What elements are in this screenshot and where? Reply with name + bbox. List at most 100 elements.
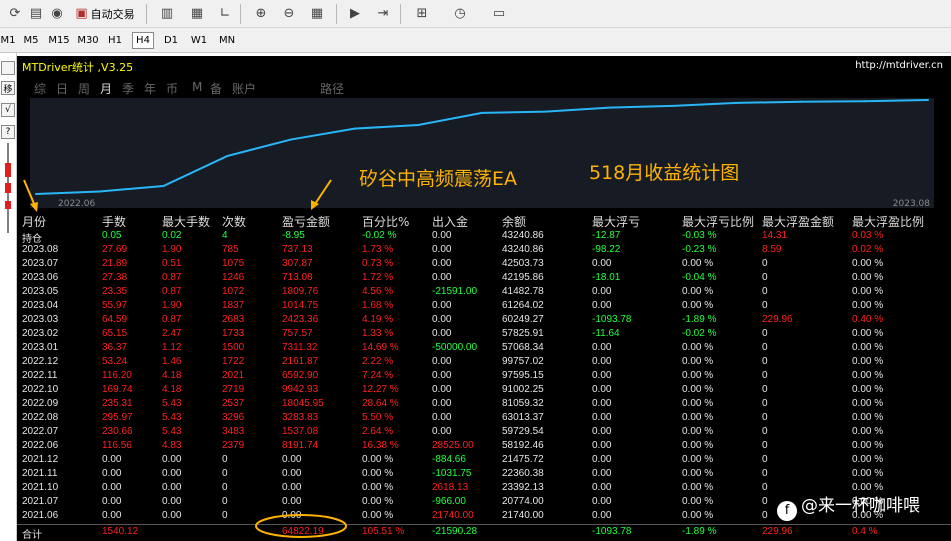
candlestick-button[interactable]: ▦	[186, 3, 208, 24]
table-cell: 229.96	[762, 526, 793, 537]
table-cell: 0.00	[592, 440, 612, 451]
table-cell: 1.33 %	[362, 328, 394, 339]
table-cell: 0	[762, 258, 768, 269]
chart-shift-button[interactable]: ▶	[344, 3, 366, 24]
table-cell: 合计	[22, 530, 42, 541]
table-cell: 0.00 %	[682, 356, 714, 367]
table-cell: 0	[222, 482, 228, 493]
table-cell: 0	[762, 510, 768, 521]
strip-label-move: 移	[3, 84, 13, 95]
table-cell: 0.00 %	[362, 496, 394, 507]
table-cell: 0.00	[432, 244, 452, 255]
table-cell: 0.00 %	[682, 440, 714, 451]
indicators-button[interactable]: ⊞	[408, 3, 436, 24]
bar-chart-icon: ▥	[160, 6, 174, 21]
table-cell: 0.00 %	[362, 468, 394, 479]
zoom-in-button[interactable]: ⊕	[250, 3, 272, 24]
auto-trade-button[interactable]: ▣ 自动交易	[68, 3, 142, 24]
table-cell: 0	[762, 272, 768, 283]
timeframe-h4[interactable]: H4	[132, 32, 154, 49]
panel-url-link[interactable]: http://mtdriver.cn	[855, 60, 943, 71]
table-cell: 2023.01	[22, 342, 59, 353]
timeframe-m30[interactable]: M30	[76, 32, 100, 49]
table-cell: 0.00	[592, 454, 612, 465]
table-cell: -1093.78	[592, 314, 632, 325]
tile-windows-button[interactable]: ▦	[306, 3, 328, 24]
panel-tab-2[interactable]: 周	[78, 80, 90, 97]
bar-chart-button[interactable]: ▥	[156, 3, 178, 24]
table-cell: 1537.08	[282, 426, 319, 437]
panel-tab-4[interactable]: 季	[122, 80, 134, 97]
zoom-out-button[interactable]: ⊖	[278, 3, 300, 24]
panel-tab-10[interactable]: 路径	[320, 80, 344, 97]
table-cell: 0.00	[592, 384, 612, 395]
panel-tab-7[interactable]: M	[192, 80, 202, 94]
chart-end-label: 2023.08	[893, 199, 930, 208]
strip-button-move[interactable]: 移	[1, 81, 15, 95]
panel-tab-8[interactable]: 备	[210, 80, 222, 97]
table-row: 2022.12 53.24 1.46 1722 2161.87 2.22 % 0.00 997…	[17, 355, 951, 369]
strip-button-check[interactable]: √	[1, 103, 15, 117]
toolbar-separator	[146, 4, 147, 24]
table-cell: 2.64 %	[362, 426, 394, 437]
table-cell: 18045.95	[282, 398, 324, 409]
table-cell: 0.00	[432, 370, 452, 381]
chart-button[interactable]: ▤	[26, 3, 46, 24]
column-header: 最大浮盈比例	[852, 215, 925, 229]
timeframe-w1[interactable]: W1	[188, 32, 210, 49]
templates-button[interactable]: ▭	[484, 3, 514, 24]
strip-button-1[interactable]	[1, 61, 15, 75]
timeframe-m15[interactable]: M15	[46, 32, 72, 49]
equity-point-2022.11	[353, 127, 356, 130]
panel-tab-1[interactable]: 日	[56, 80, 68, 97]
equity-point-2023.02	[544, 110, 547, 113]
panel-tab-3[interactable]: 月	[100, 80, 112, 97]
table-cell: 0.00	[432, 272, 452, 283]
table-cell: 42195.86	[502, 272, 544, 283]
table-cell: 0.00	[432, 258, 452, 269]
table-cell: -0.02 %	[362, 230, 397, 241]
table-cell: 0.00 %	[852, 426, 884, 437]
refresh-icon: ⟳	[9, 6, 21, 21]
panel-tab-6[interactable]: 币	[166, 80, 178, 97]
table-cell: 0.00 %	[852, 412, 884, 423]
equity-point-2023.08	[927, 99, 929, 101]
table-cell: 2021.07	[22, 496, 59, 507]
table-cell: 0.00 %	[682, 426, 714, 437]
table-cell: 2023.05	[22, 286, 59, 297]
table-cell: 55.97	[102, 300, 128, 311]
strip-button-help[interactable]: ?	[1, 125, 15, 139]
timeframe-mn[interactable]: MN	[216, 32, 238, 49]
periods-button[interactable]: ◷	[446, 3, 474, 24]
timeframe-m5[interactable]: M5	[20, 32, 42, 49]
autoscroll-button[interactable]: ⇥	[372, 3, 394, 24]
signal-icon: ◉	[51, 6, 63, 21]
table-cell: 14.31	[762, 230, 788, 241]
table-cell: 0.00	[592, 370, 612, 381]
equity-point-2022.09	[226, 155, 229, 158]
table-cell: 169.74	[102, 384, 133, 395]
timeframe-m1[interactable]: M1	[0, 32, 16, 49]
periods-icon: ◷	[454, 6, 466, 21]
panel-tab-0[interactable]: 综	[34, 80, 46, 97]
table-row: 2022.08 295.97 5.43 3296 3283.83 5.50 % 0.00 63…	[17, 411, 951, 425]
timeframe-d1[interactable]: D1	[160, 32, 182, 49]
panel-tab-5[interactable]: 年	[144, 80, 156, 97]
panel-tab-9[interactable]: 账户	[232, 80, 256, 97]
table-cell: 2023.07	[22, 258, 59, 269]
table-cell: 1014.75	[282, 300, 319, 311]
table-cell: -0.03 %	[682, 230, 717, 241]
table-cell: 757.57	[282, 328, 313, 339]
equity-point-2023.03	[608, 106, 611, 109]
line-chart-button[interactable]: ∟	[214, 3, 236, 24]
table-row: 2023.03 64.59 0.87 2683 2423.36 4.19 % 0.00 602…	[17, 313, 951, 327]
refresh-button[interactable]: ⟳	[6, 3, 24, 24]
table-cell: 737.13	[282, 244, 313, 255]
signal-button[interactable]: ◉	[48, 3, 66, 24]
timeframe-h1[interactable]: H1	[104, 32, 126, 49]
table-cell: -1.89 %	[682, 314, 717, 325]
table-cell: 3296	[222, 412, 245, 423]
table-cell: 0.02	[162, 230, 182, 241]
table-cell: -0.04 %	[682, 272, 717, 283]
table-cell: 2022.09	[22, 398, 59, 409]
